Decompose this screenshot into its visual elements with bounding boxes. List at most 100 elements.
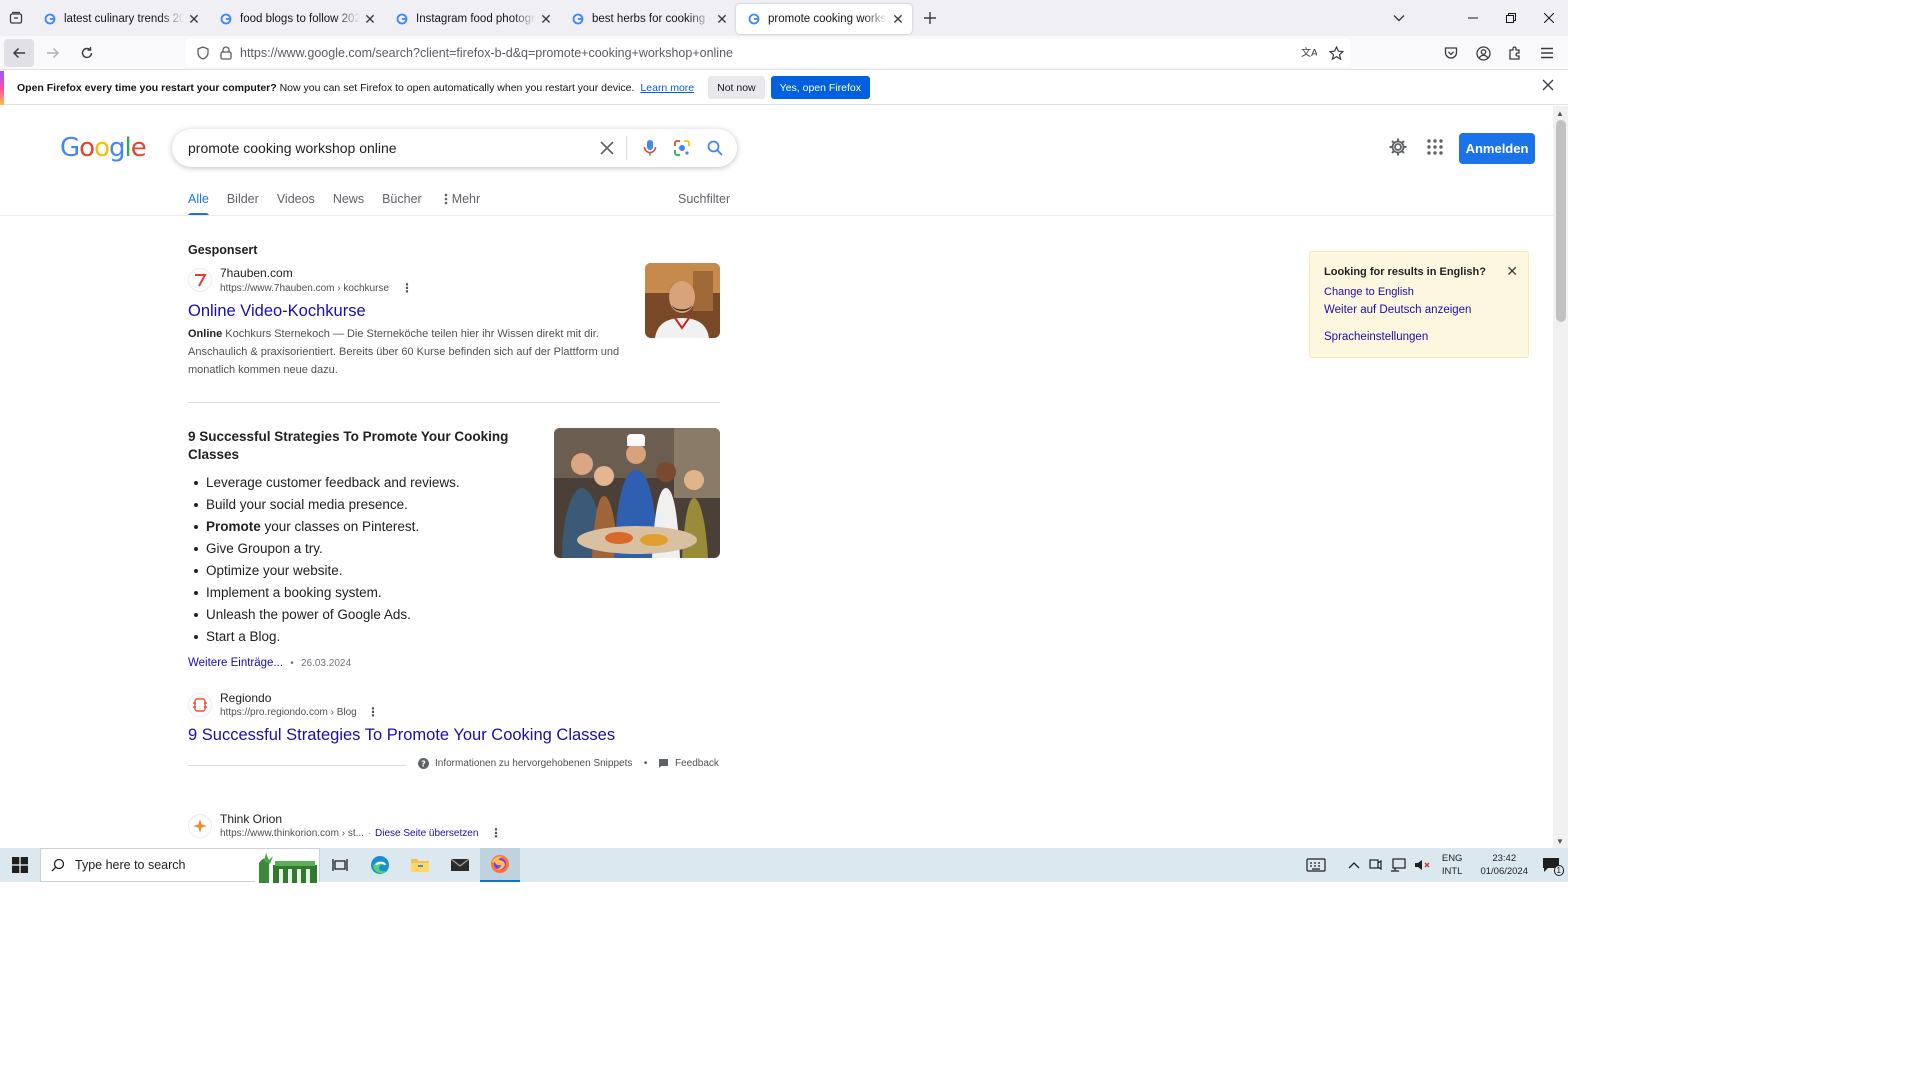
sign-in-button[interactable]: Anmelden <box>1459 133 1535 164</box>
tab-more[interactable]: Mehr <box>444 192 480 216</box>
browser-tab[interactable]: latest culinary trends 2024 - Goo ✕ <box>32 4 208 34</box>
pocket-icon <box>1444 47 1458 59</box>
account-icon <box>1475 45 1491 61</box>
tab-images[interactable]: Bilder <box>227 192 259 216</box>
input-language-indicator[interactable]: ENG INTL <box>1442 852 1463 878</box>
yes-open-firefox-button[interactable]: Yes, open Firefox <box>770 76 870 99</box>
clock-date: 01/06/2024 <box>1480 866 1528 877</box>
search-tools-button[interactable]: Suchfilter <box>678 192 730 206</box>
result-site-name[interactable]: Regiondo <box>220 691 271 705</box>
start-button[interactable] <box>0 848 40 882</box>
close-tab-icon[interactable]: ✕ <box>538 11 554 27</box>
scroll-up-arrow-icon[interactable]: ▲ <box>1556 109 1564 118</box>
language-suggestion-card: Looking for results in English? ✕ Change… <box>1309 251 1529 358</box>
change-to-english-link[interactable]: Change to English <box>1324 286 1414 298</box>
more-options-icon[interactable]: ⋮ <box>367 705 379 719</box>
account-button[interactable] <box>1468 38 1498 68</box>
browser-tab-active[interactable]: promote cooking workshop onli ✕ <box>736 4 912 34</box>
ad-title-link[interactable]: Online Video-Kochkurse <box>188 302 366 321</box>
url-text[interactable]: https://www.google.com/search?client=fir… <box>240 46 733 60</box>
learn-more-link[interactable]: Learn more <box>640 82 694 94</box>
chevron-up-icon[interactable] <box>1348 861 1360 869</box>
browser-tab[interactable]: best herbs for cooking - Google ✕ <box>560 4 736 34</box>
more-entries-link[interactable]: Weitere Einträge... <box>188 657 283 669</box>
close-window-button[interactable] <box>1530 0 1568 36</box>
result-url[interactable]: https://www.thinkorion.com › st... <box>220 828 364 839</box>
close-tab-icon[interactable]: ✕ <box>362 11 378 27</box>
translate-icon[interactable]: 文A <box>1301 46 1317 60</box>
edge-taskbar-button[interactable] <box>360 848 400 882</box>
tab-books[interactable]: Bücher <box>382 192 422 216</box>
settings-gear-icon[interactable] <box>1388 137 1408 157</box>
tab-overflow-button[interactable] <box>1380 0 1418 36</box>
page-scrollbar[interactable]: ▲ ▼ <box>1553 106 1568 848</box>
clock-time: 23:42 <box>1492 853 1517 864</box>
browser-tab[interactable]: food blogs to follow 2024 - Goo ✕ <box>208 4 384 34</box>
firefox-taskbar-button[interactable] <box>480 848 520 882</box>
snippet-image[interactable] <box>554 428 720 558</box>
scrollbar-thumb[interactable] <box>1556 120 1566 322</box>
translate-page-link[interactable]: Diese Seite übersetzen <box>375 828 478 839</box>
back-button[interactable] <box>4 38 34 67</box>
search-input[interactable]: promote cooking workshop online <box>188 140 584 156</box>
more-options-icon[interactable]: ⋮ <box>490 826 502 840</box>
touch-keyboard-icon[interactable] <box>1306 858 1326 872</box>
google-logo[interactable]: Google <box>60 133 147 163</box>
forward-button[interactable] <box>38 39 68 67</box>
result-title-link[interactable]: 9 Successful Strategies To Promote Your … <box>188 726 615 745</box>
not-now-button[interactable]: Not now <box>708 76 765 99</box>
search-box[interactable]: promote cooking workshop online <box>172 129 737 167</box>
logo-letter: o <box>94 133 110 163</box>
pocket-button[interactable] <box>1436 38 1466 68</box>
close-icon[interactable] <box>1542 79 1554 91</box>
result-site-name[interactable]: Think Orion <box>220 812 282 826</box>
new-tab-button[interactable] <box>914 3 946 33</box>
ad-thumbnail-image[interactable] <box>645 263 720 338</box>
microphone-icon[interactable] <box>643 139 657 157</box>
google-apps-icon[interactable] <box>1427 139 1443 155</box>
arrow-right-icon <box>47 47 60 58</box>
lock-icon[interactable] <box>220 46 232 60</box>
about-snippets-link[interactable]: ? Informationen zu hervorgehobenen Snipp… <box>418 758 647 769</box>
close-tab-icon[interactable]: ✕ <box>890 11 906 27</box>
page-content: Google promote cooking workshop online A… <box>0 106 1553 848</box>
language-settings-link[interactable]: Spracheinstellungen <box>1324 331 1428 343</box>
google-lens-icon[interactable] <box>673 139 691 157</box>
bookmark-star-icon[interactable] <box>1329 45 1344 61</box>
tab-all[interactable]: Alle <box>188 192 209 216</box>
close-tab-icon[interactable]: ✕ <box>186 11 202 27</box>
close-tab-icon[interactable]: ✕ <box>714 11 730 27</box>
menu-button[interactable] <box>1532 38 1562 68</box>
result-url[interactable]: https://pro.regiondo.com › Blog <box>220 707 357 718</box>
taskbar-clock[interactable]: 23:42 01/06/2024 <box>1480 852 1528 878</box>
taskbar-search-box[interactable]: Type here to search <box>40 848 320 883</box>
volume-muted-icon[interactable] <box>1414 858 1430 872</box>
continue-german-link[interactable]: Weiter auf Deutsch anzeigen <box>1324 304 1471 316</box>
restore-button[interactable] <box>1492 0 1530 36</box>
meet-now-icon[interactable] <box>1368 858 1382 872</box>
ad-url[interactable]: https://www.7hauben.com › kochkurse <box>220 283 389 294</box>
feedback-link[interactable]: Feedback <box>658 758 719 769</box>
extensions-button[interactable] <box>1500 38 1530 68</box>
minimize-button[interactable] <box>1454 0 1492 36</box>
ad-site-name[interactable]: 7hauben.com <box>220 266 293 280</box>
google-favicon-icon <box>748 13 760 25</box>
close-icon[interactable]: ✕ <box>1506 263 1518 280</box>
task-view-button[interactable] <box>320 848 360 882</box>
tracking-shield-icon[interactable] <box>196 46 210 60</box>
mail-taskbar-button[interactable] <box>440 848 480 882</box>
clear-icon[interactable] <box>600 141 614 155</box>
tab-news[interactable]: News <box>333 192 364 216</box>
scroll-down-arrow-icon[interactable]: ▼ <box>1556 837 1564 846</box>
list-all-tabs-button[interactable] <box>0 0 32 36</box>
file-explorer-taskbar-button[interactable] <box>400 848 440 882</box>
network-icon[interactable] <box>1390 858 1406 872</box>
search-icon[interactable] <box>707 140 723 156</box>
url-bar[interactable]: https://www.google.com/search?client=fir… <box>186 39 1350 67</box>
notifications-button[interactable]: 1 <box>1542 857 1564 876</box>
browser-tab[interactable]: Instagram food photography tips ✕ <box>384 4 560 34</box>
more-options-icon[interactable]: ⋮ <box>401 281 413 295</box>
tab-videos[interactable]: Videos <box>277 192 315 216</box>
reload-button[interactable] <box>72 39 102 67</box>
item-text: Implement a booking system. <box>206 585 382 600</box>
